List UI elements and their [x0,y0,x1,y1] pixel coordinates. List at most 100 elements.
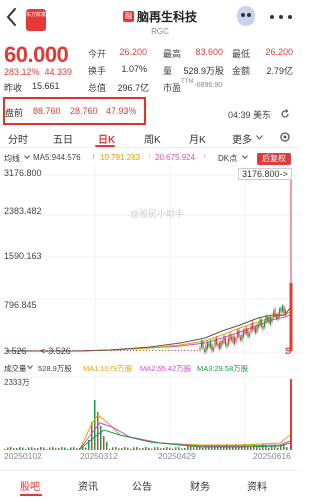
candle [218,342,221,350]
candle [91,350,93,351]
tab-weekly-k[interactable]: 周K [144,131,161,146]
candle [36,350,38,351]
turnover-value: 1.07% [121,64,147,74]
pe-value: -6896.90 [194,82,222,89]
candle [260,319,263,327]
volume-bar [148,447,150,450]
candle [132,350,134,351]
premarket-change: 28.760 [70,106,98,116]
volume-bar [211,447,213,450]
nav-profile[interactable]: 资料 [247,478,267,493]
candle [203,349,206,352]
volume-bar [64,447,66,450]
volume-bar [61,447,63,450]
vol-ma2: MA2:55.42万股 [140,364,192,373]
open-value: 26.200 [119,47,147,57]
chevron-down-icon [24,155,30,159]
volume-label[interactable]: 成交量 [4,363,27,374]
candle [223,336,225,343]
candle [227,338,230,345]
nav-finance[interactable]: 财务 [190,478,210,493]
candle [251,322,254,330]
low-value: 26.200 [265,47,293,57]
prev-close-value: 15.661 [32,81,60,91]
tab-more[interactable]: 更多 [232,131,252,146]
volume-bar [91,422,93,450]
bottom-nav: 股吧 资讯 公告 财务 资料 [0,470,301,499]
tab-five-day[interactable]: 五日 [53,131,73,146]
candle [236,331,239,337]
candle [217,344,219,347]
candle [152,350,154,351]
x-tick: 20250102 [4,451,42,461]
volume-bar [277,447,279,450]
volume-bar [46,448,48,450]
volume-bar [112,447,114,450]
nav-guba[interactable]: 股吧 [20,478,40,493]
refresh-icon[interactable] [280,109,290,119]
tab-monthly-k[interactable]: 月K [189,131,206,146]
kline-chart[interactable]: @股民小助手 [0,165,301,361]
candle [164,350,166,351]
volume-bar [166,447,168,450]
app-logo: 东方财富 [26,9,46,31]
ma5-arrow: ↑ [92,154,96,161]
market-time: 04:39 美东 [228,110,272,120]
volume-bar [94,400,96,450]
amount-value: 2.79亿 [266,66,293,76]
candle [113,350,115,351]
stock-code: RGC [151,27,169,36]
volume-label: 量 [163,66,173,76]
adjust-button[interactable]: 后复权 [257,153,291,165]
active-tab-underline [95,145,115,147]
candle [107,350,109,351]
candle [33,350,35,351]
vol-ma1: MA1:1079万股 [83,364,133,373]
tab-intraday[interactable]: 分时 [8,131,28,146]
chevron-down-icon [27,365,33,369]
volume-bar [97,412,99,450]
candle [155,350,157,351]
ma-label[interactable]: 均线 [4,153,20,164]
volume-bar [34,448,36,450]
candle [262,325,264,329]
volume-bar [133,447,135,450]
candle [27,350,29,351]
volume-bar [49,447,51,450]
candle [171,350,173,351]
settings-icon[interactable] [279,131,291,143]
candle [269,317,272,325]
candle [205,345,207,353]
candle [248,333,251,337]
pe-label: 市盈 [163,83,182,93]
s-marker: S [285,346,292,356]
candle [280,308,282,312]
volume-bar [142,447,144,450]
change-amount: 44.339 [44,67,73,77]
volume-bar [73,447,75,450]
nav-announcements[interactable]: 公告 [132,478,152,493]
volume-chart[interactable] [0,375,301,450]
assistant-avatar-icon[interactable] [237,6,255,26]
candle [97,350,99,351]
candle [265,315,267,323]
candle [78,350,80,351]
candle [215,337,218,345]
volume-bar [286,447,288,450]
candle [104,350,106,351]
nav-news[interactable]: 资讯 [78,478,98,493]
candle [275,314,278,319]
turnover-label: 换手 [88,66,107,76]
dk-point-button[interactable]: DK点 [218,153,237,164]
candle [148,350,150,351]
candle [238,330,240,337]
candle [278,309,281,317]
candle [241,334,243,341]
candle [110,350,112,351]
candle [126,350,128,351]
tab-daily-k[interactable]: 日K [98,131,115,146]
candle [256,325,258,332]
candle [253,327,255,331]
back-icon[interactable] [5,6,19,28]
more-menu-icon[interactable] [270,10,292,24]
